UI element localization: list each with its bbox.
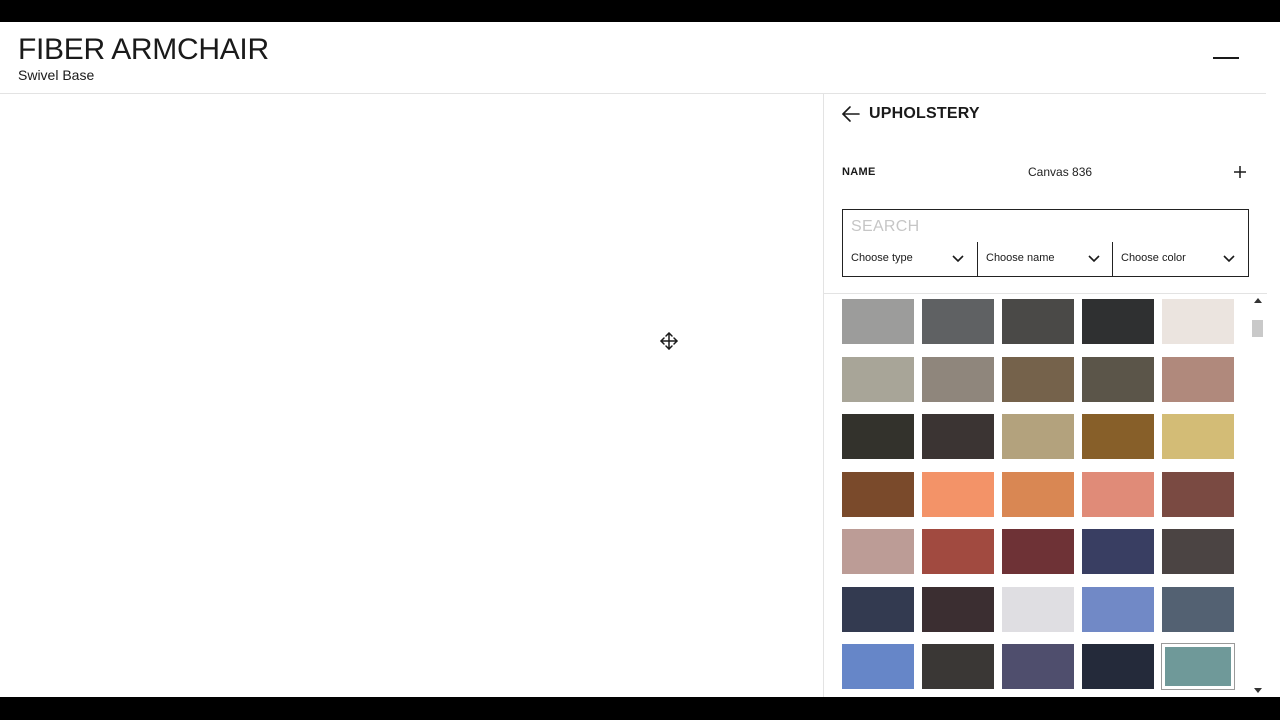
fabric-swatch[interactable] — [842, 587, 914, 632]
fabric-swatch[interactable] — [1002, 414, 1074, 459]
fabric-swatch[interactable] — [922, 587, 994, 632]
fabric-swatch[interactable] — [842, 357, 914, 402]
divider — [824, 293, 1267, 294]
product-title: FIBER ARMCHAIR — [18, 33, 269, 66]
fabric-swatch[interactable] — [842, 414, 914, 459]
type-filter-label: Choose type — [851, 252, 913, 264]
fabric-swatch[interactable] — [1002, 357, 1074, 402]
filter-row: Choose type Choose name Choose color — [843, 242, 1248, 276]
fabric-swatch[interactable] — [1002, 529, 1074, 574]
fabric-swatch[interactable] — [1162, 529, 1234, 574]
fabric-swatch[interactable] — [1002, 299, 1074, 344]
fabric-swatch[interactable] — [1082, 472, 1154, 517]
type-filter-dropdown[interactable]: Choose type — [843, 242, 978, 276]
fabric-swatch[interactable] — [922, 529, 994, 574]
color-filter-dropdown[interactable]: Choose color — [1112, 242, 1248, 276]
product-viewer-canvas[interactable] — [0, 94, 823, 697]
fabric-swatch[interactable] — [922, 414, 994, 459]
fabric-swatch[interactable] — [922, 472, 994, 517]
fabric-swatch[interactable] — [1002, 472, 1074, 517]
scroll-down-arrow-icon[interactable] — [1254, 688, 1262, 693]
name-label: NAME — [842, 166, 876, 178]
fabric-swatch[interactable] — [1162, 414, 1234, 459]
plus-icon[interactable] — [1232, 164, 1248, 180]
fabric-swatch[interactable] — [842, 299, 914, 344]
section-title: UPHOLSTERY — [869, 105, 980, 122]
fabric-swatch[interactable] — [1162, 299, 1234, 344]
chevron-down-icon — [1223, 255, 1235, 263]
fabric-swatch[interactable] — [1082, 357, 1154, 402]
fabric-swatch[interactable] — [1162, 357, 1234, 402]
fabric-swatch[interactable] — [922, 357, 994, 402]
chevron-down-icon — [1088, 255, 1100, 263]
fabric-swatch[interactable] — [1162, 587, 1234, 632]
fabric-swatch[interactable] — [1082, 644, 1154, 689]
scroll-up-arrow-icon[interactable] — [1254, 298, 1262, 303]
fabric-swatch[interactable] — [922, 299, 994, 344]
fabric-swatch[interactable] — [842, 472, 914, 517]
header: FIBER ARMCHAIR Swivel Base — [0, 22, 1266, 94]
fabric-swatch[interactable] — [1082, 299, 1154, 344]
fabric-swatch[interactable] — [842, 529, 914, 574]
search-input[interactable] — [851, 216, 1231, 238]
menu-button[interactable] — [1211, 48, 1241, 68]
selected-fabric-name: Canvas 836 — [1028, 165, 1093, 179]
chevron-down-icon — [952, 255, 964, 263]
fabric-swatch[interactable] — [1161, 643, 1235, 690]
fabric-swatch[interactable] — [1002, 587, 1074, 632]
arrow-left-icon — [842, 106, 860, 122]
fabric-swatch[interactable] — [922, 644, 994, 689]
name-filter-dropdown[interactable]: Choose name — [977, 242, 1113, 276]
fabric-swatch[interactable] — [1082, 529, 1154, 574]
fabric-swatch[interactable] — [1082, 587, 1154, 632]
swatch-scrollbar[interactable] — [1251, 296, 1264, 697]
move-arrows-icon — [660, 332, 678, 350]
fabric-swatch[interactable] — [1002, 644, 1074, 689]
hamburger-menu-icon — [1213, 57, 1239, 59]
color-filter-label: Choose color — [1121, 252, 1186, 264]
search-filter-box: Choose type Choose name Choose color — [842, 209, 1249, 277]
fabric-swatch-grid — [842, 299, 1242, 697]
configurator-panel: UPHOLSTERY NAME Canvas 836 Choose type — [823, 94, 1267, 697]
product-subtitle: Swivel Base — [18, 67, 95, 83]
name-filter-label: Choose name — [986, 252, 1055, 264]
name-row: NAME Canvas 836 — [842, 164, 1252, 184]
scroll-thumb[interactable] — [1252, 320, 1263, 337]
fabric-swatch[interactable] — [1162, 472, 1234, 517]
app-viewport: FIBER ARMCHAIR Swivel Base UPHOLSTERY NA… — [0, 22, 1280, 697]
fabric-swatch[interactable] — [842, 644, 914, 689]
fabric-swatch[interactable] — [1082, 414, 1154, 459]
